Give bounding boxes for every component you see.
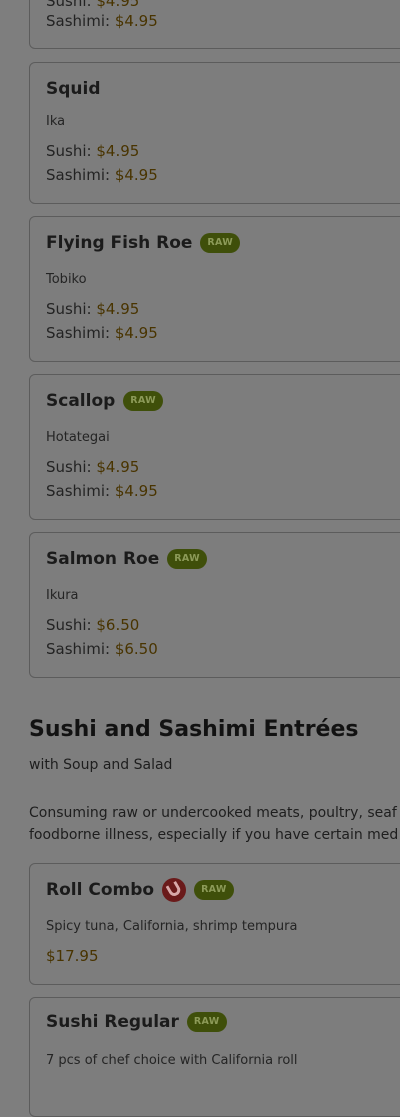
sashimi-label: Sashimi:: [46, 324, 111, 342]
section-title: Sushi and Sashimi Entrées: [29, 717, 359, 742]
sashimi-label: Sashimi:: [46, 12, 111, 30]
sushi-price-line: Sushi: $4.95: [46, 300, 139, 318]
raw-badge: RAW: [186, 1012, 227, 1032]
raw-badge: RAW: [194, 880, 234, 900]
sashimi-price-line: Sashimi: $6.50: [46, 640, 158, 658]
item-price: $17.95: [46, 947, 99, 965]
sushi-label: Sushi:: [46, 300, 92, 318]
sashimi-label: Sashimi:: [46, 640, 111, 658]
sushi-label: Sushi:: [46, 458, 92, 476]
spicy-icon: [162, 878, 187, 902]
menu-item-card[interactable]: Sushi Regular RAW 7 pcs of chef choice w…: [29, 997, 400, 1117]
sashimi-price-line: Sashimi: $4.95: [46, 12, 158, 30]
warning-line: Consuming raw or undercooked meats, poul…: [29, 805, 397, 821]
item-description: Spicy tuna, California, shrimp tempura: [46, 919, 298, 934]
sashimi-price-line: Sashimi: $4.95: [46, 166, 158, 184]
item-description: 7 pcs of chef choice with California rol…: [46, 1053, 298, 1068]
item-title: Squid: [46, 79, 101, 99]
raw-badge: RAW: [123, 391, 163, 411]
price-value: $17.95: [46, 947, 99, 965]
sashimi-price-line: Sashimi: $4.95: [46, 482, 158, 500]
sashimi-label: Sashimi:: [46, 482, 111, 500]
item-title: Sushi Regular RAW: [46, 1012, 227, 1032]
sushi-label: Sushi:: [46, 616, 92, 634]
sashimi-price-line: Sashimi: $4.95: [46, 324, 158, 342]
menu-item-card[interactable]: Roll Combo RAW Spicy tuna, California, s…: [29, 863, 400, 985]
item-title: Roll Combo RAW: [46, 878, 234, 902]
item-name: Roll Combo: [46, 880, 155, 900]
sashimi-label: Sashimi:: [46, 166, 111, 184]
item-subtitle: Ika: [46, 114, 66, 129]
item-name: Flying Fish Roe: [46, 233, 193, 253]
item-title: Salmon Roe RAW: [46, 549, 207, 569]
menu-item-card[interactable]: Sushi: $4.95 Sashimi: $4.95: [29, 0, 400, 49]
sushi-label: Sushi:: [46, 142, 92, 160]
sashimi-price: $4.95: [114, 482, 158, 500]
sashimi-price: $6.50: [114, 640, 158, 658]
item-subtitle: Hotategai: [46, 430, 110, 445]
sushi-price-line: Sushi: $4.95: [46, 0, 139, 10]
item-name: Salmon Roe: [46, 549, 160, 569]
sushi-price: $4.95: [96, 142, 140, 160]
item-title: Scallop RAW: [46, 391, 163, 411]
sushi-price: $6.50: [96, 616, 140, 634]
item-subtitle: Ikura: [46, 588, 79, 603]
section-subtitle: with Soup and Salad: [29, 757, 173, 773]
sashimi-price: $4.95: [114, 166, 158, 184]
sushi-price: $4.95: [96, 0, 140, 10]
sushi-price-line: Sushi: $4.95: [46, 458, 139, 476]
item-subtitle: Tobiko: [46, 272, 87, 287]
item-name: Scallop: [46, 391, 116, 411]
sushi-price: $4.95: [96, 458, 140, 476]
warning-line: foodborne illness, especially if you hav…: [29, 827, 399, 843]
sushi-price: $4.95: [96, 300, 140, 318]
sushi-label: Sushi:: [46, 0, 92, 10]
menu-item-card[interactable]: Flying Fish Roe RAW Tobiko Sushi: $4.95 …: [29, 216, 400, 362]
item-name: Squid: [46, 79, 101, 99]
menu-item-card[interactable]: Scallop RAW Hotategai Sushi: $4.95 Sashi…: [29, 374, 400, 520]
sushi-price-line: Sushi: $6.50: [46, 616, 139, 634]
sushi-price-line: Sushi: $4.95: [46, 142, 139, 160]
menu-item-card[interactable]: Salmon Roe RAW Ikura Sushi: $6.50 Sashim…: [29, 532, 400, 678]
item-title: Flying Fish Roe RAW: [46, 233, 241, 253]
raw-food-warning: Consuming raw or undercooked meats, poul…: [29, 802, 398, 846]
item-name: Sushi Regular: [46, 1012, 179, 1032]
raw-badge: RAW: [200, 233, 241, 253]
sashimi-price: $4.95: [114, 12, 158, 30]
sashimi-price: $4.95: [114, 324, 158, 342]
menu-item-card[interactable]: Squid Ika Sushi: $4.95 Sashimi: $4.95: [29, 62, 400, 204]
raw-badge: RAW: [167, 549, 207, 569]
